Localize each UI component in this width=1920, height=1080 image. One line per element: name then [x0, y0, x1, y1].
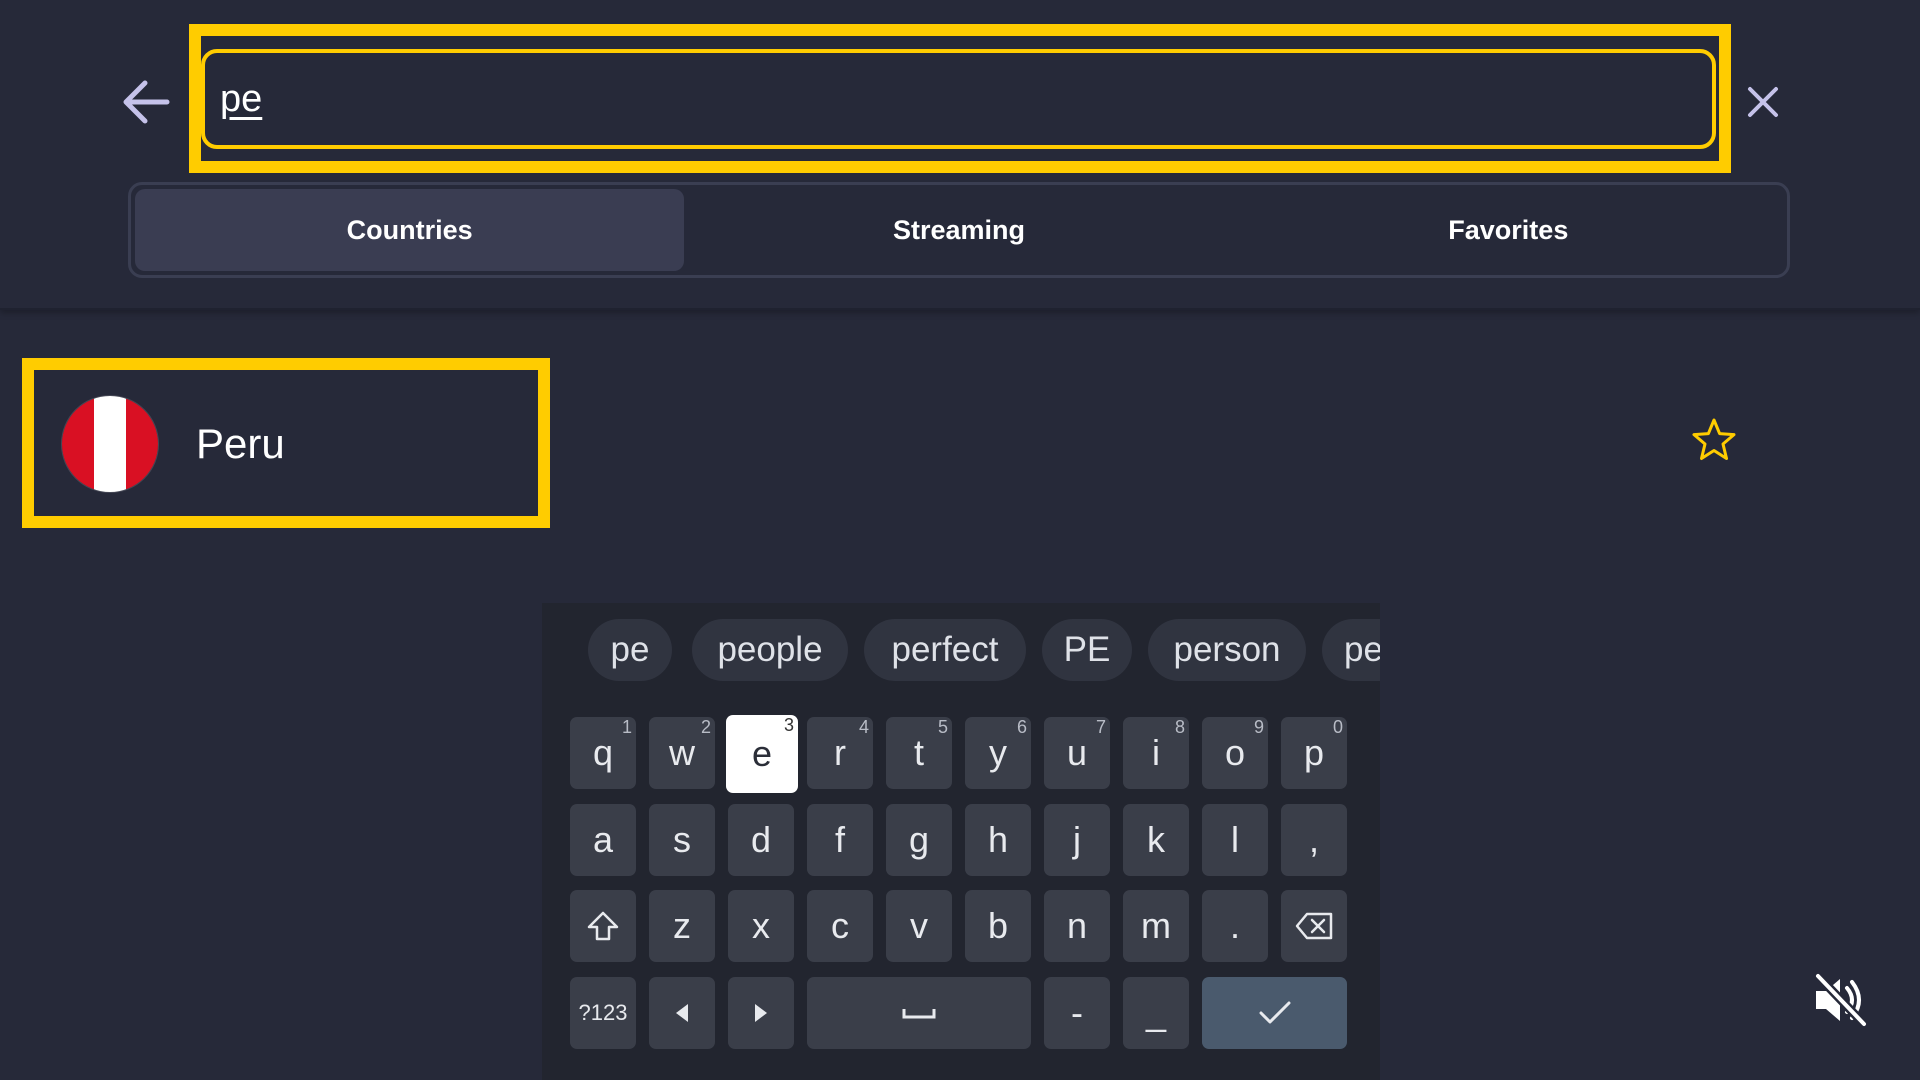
key-h[interactable]: h — [965, 804, 1031, 876]
key-label: r — [834, 732, 846, 773]
space-key[interactable] — [807, 977, 1031, 1049]
category-tabs: Countries Streaming Favorites — [128, 182, 1790, 278]
key-comma[interactable]: , — [1281, 804, 1347, 876]
arrow-left-icon — [123, 80, 170, 124]
key-hint: 3 — [783, 715, 794, 735]
header: Countries Streaming Favorites — [0, 0, 1920, 310]
key-label: y — [989, 732, 1007, 773]
key-hint: 0 — [1332, 717, 1343, 737]
key-label: u — [1066, 732, 1088, 773]
key-j[interactable]: j — [1044, 804, 1110, 876]
suggestion-strip: pe people perfect PE person pe — [542, 603, 1380, 695]
triangle-right-icon — [755, 1004, 767, 1022]
key-e[interactable]: e3 — [726, 715, 798, 793]
tab-streaming[interactable]: Streaming — [684, 189, 1233, 271]
key-d[interactable]: d — [728, 804, 794, 876]
key-label: t — [913, 732, 924, 773]
space-icon — [902, 1009, 936, 1019]
key-hint: 7 — [1095, 717, 1106, 737]
suggestion-chip[interactable]: perfect — [864, 619, 1026, 681]
cursor-right-key[interactable] — [728, 977, 794, 1049]
key-p[interactable]: p0 — [1281, 717, 1347, 789]
key-w[interactable]: w2 — [649, 717, 715, 789]
key-period[interactable]: . — [1202, 890, 1268, 962]
suggestion-chip[interactable]: people — [692, 619, 848, 681]
suggestion-chip[interactable]: person — [1148, 619, 1306, 681]
suggestion-chip[interactable]: PE — [1042, 619, 1132, 681]
key-q[interactable]: q1 — [570, 717, 636, 789]
key-hint: 1 — [621, 717, 632, 737]
triangle-left-icon — [676, 1004, 688, 1022]
key-underscore[interactable]: _ — [1123, 977, 1189, 1049]
key-hint: 8 — [1174, 717, 1185, 737]
key-z[interactable]: z — [649, 890, 715, 962]
key-label: o — [1224, 732, 1246, 773]
key-c[interactable]: c — [807, 890, 873, 962]
shift-key[interactable] — [570, 890, 636, 962]
key-label: w — [669, 732, 695, 773]
suggestion-chip[interactable]: pe — [1322, 619, 1380, 681]
key-n[interactable]: n — [1044, 890, 1110, 962]
key-s[interactable]: s — [649, 804, 715, 876]
key-b[interactable]: b — [965, 890, 1031, 962]
symbols-key[interactable]: ?123 — [570, 977, 636, 1049]
peru-flag-icon — [62, 396, 158, 492]
key-a[interactable]: a — [570, 804, 636, 876]
key-t[interactable]: t5 — [886, 717, 952, 789]
key-m[interactable]: m — [1123, 890, 1189, 962]
star-outline-icon[interactable] — [1690, 416, 1738, 464]
backspace-key[interactable] — [1281, 890, 1347, 962]
key-g[interactable]: g — [886, 804, 952, 876]
key-l[interactable]: l — [1202, 804, 1268, 876]
close-icon — [1748, 87, 1778, 117]
on-screen-keyboard: pe people perfect PE person pe q1 w2 e3 … — [542, 603, 1380, 1080]
key-y[interactable]: y6 — [965, 717, 1031, 789]
shift-arrow-icon — [587, 911, 619, 941]
key-label: p — [1303, 732, 1325, 773]
key-x[interactable]: x — [728, 890, 794, 962]
key-r[interactable]: r4 — [807, 717, 873, 789]
list-item-peru[interactable]: Peru — [34, 370, 538, 516]
country-name: Peru — [196, 420, 285, 467]
key-hint: 6 — [1016, 717, 1027, 737]
key-hint: 4 — [858, 717, 869, 737]
enter-key[interactable] — [1202, 977, 1347, 1049]
key-hint: 2 — [700, 717, 711, 737]
key-f[interactable]: f — [807, 804, 873, 876]
checkmark-icon — [1259, 1001, 1290, 1024]
key-k[interactable]: k — [1123, 804, 1189, 876]
suggestion-chip[interactable]: pe — [588, 619, 672, 681]
back-button[interactable] — [118, 74, 174, 130]
search-input[interactable] — [220, 77, 1712, 121]
key-i[interactable]: i8 — [1123, 717, 1189, 789]
key-hint: 5 — [937, 717, 948, 737]
volume-muted-icon[interactable] — [1810, 970, 1870, 1030]
cursor-left-key[interactable] — [649, 977, 715, 1049]
backspace-icon — [1295, 912, 1333, 940]
clear-search-button[interactable] — [1735, 74, 1791, 130]
key-label: i — [1152, 732, 1160, 773]
key-u[interactable]: u7 — [1044, 717, 1110, 789]
key-dash[interactable]: - — [1044, 977, 1110, 1049]
key-v[interactable]: v — [886, 890, 952, 962]
tab-countries[interactable]: Countries — [135, 189, 685, 271]
tab-favorites[interactable]: Favorites — [1234, 189, 1783, 271]
key-label: e — [751, 733, 773, 774]
key-o[interactable]: o9 — [1202, 717, 1268, 789]
key-hint: 9 — [1253, 717, 1264, 737]
search-box[interactable] — [201, 49, 1716, 149]
key-label: q — [592, 732, 614, 773]
